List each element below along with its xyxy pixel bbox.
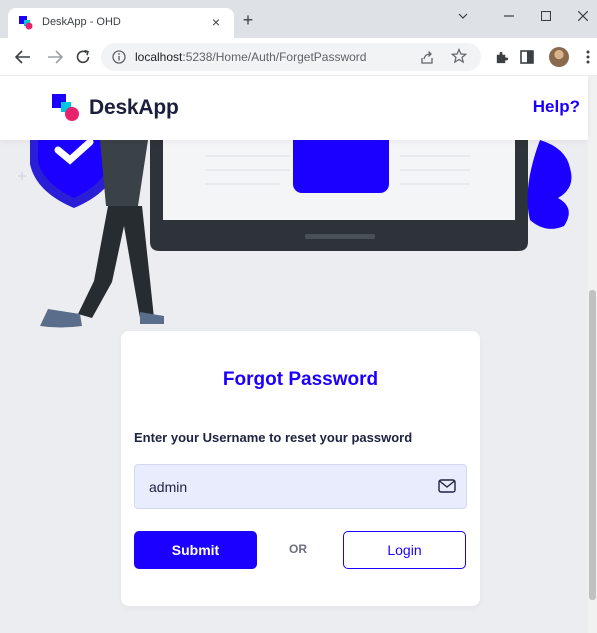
url-host: localhost (135, 50, 183, 64)
tab-strip: DeskApp - OHD × + (0, 0, 597, 38)
back-arrow-icon[interactable] (14, 48, 32, 66)
page-viewport: DeskApp Help? Forgot Password Enter your… (0, 76, 597, 633)
browser-toolbar: localhost:5238/Home/Auth/ForgetPassword (0, 38, 597, 76)
browser-window: DeskApp - OHD × + localhost:5238/Home/Au… (0, 0, 597, 633)
site-header: DeskApp Help? (0, 76, 588, 140)
chevron-down-icon[interactable] (452, 6, 474, 26)
tab-title: DeskApp - OHD (42, 16, 121, 28)
url-path: :5238/Home/Auth/ForgetPassword (182, 50, 367, 64)
scrollbar-track[interactable] (588, 76, 597, 633)
side-panel-icon[interactable] (518, 48, 536, 66)
window-close-icon[interactable] (572, 6, 594, 26)
info-icon[interactable] (112, 50, 126, 64)
brand[interactable]: DeskApp (52, 94, 179, 122)
plus-icon[interactable]: + (240, 11, 256, 29)
url-text: localhost:5238/Home/Auth/ForgetPassword (135, 50, 366, 64)
or-divider: OR (289, 542, 307, 556)
avatar[interactable] (549, 47, 569, 67)
address-bar[interactable]: localhost:5238/Home/Auth/ForgetPassword (101, 43, 481, 71)
login-button[interactable]: Login (343, 531, 466, 569)
favicon-icon (19, 16, 33, 30)
forward-arrow-icon[interactable] (46, 48, 64, 66)
username-field (134, 464, 467, 509)
deskapp-logo-icon (52, 94, 79, 121)
star-icon[interactable] (451, 48, 467, 64)
envelope-icon (438, 479, 456, 493)
brand-name: DeskApp (89, 96, 179, 119)
username-input[interactable] (135, 465, 425, 508)
share-icon[interactable] (419, 49, 435, 65)
minimize-icon[interactable] (498, 6, 520, 26)
forgot-password-card: Forgot Password Enter your Username to r… (121, 331, 480, 606)
close-icon[interactable]: × (208, 14, 224, 30)
browser-tab[interactable]: DeskApp - OHD × (8, 8, 234, 38)
maximize-icon[interactable] (535, 6, 557, 26)
scrollbar-thumb[interactable] (589, 290, 596, 600)
more-icon[interactable] (579, 48, 597, 66)
page-title: Forgot Password (222, 369, 379, 390)
form-instruction: Enter your Username to reset your passwo… (134, 430, 413, 445)
reload-icon[interactable] (74, 48, 92, 66)
extensions-icon[interactable] (492, 48, 510, 66)
help-link[interactable]: Help? (533, 97, 580, 117)
submit-button[interactable]: Submit (134, 531, 257, 569)
